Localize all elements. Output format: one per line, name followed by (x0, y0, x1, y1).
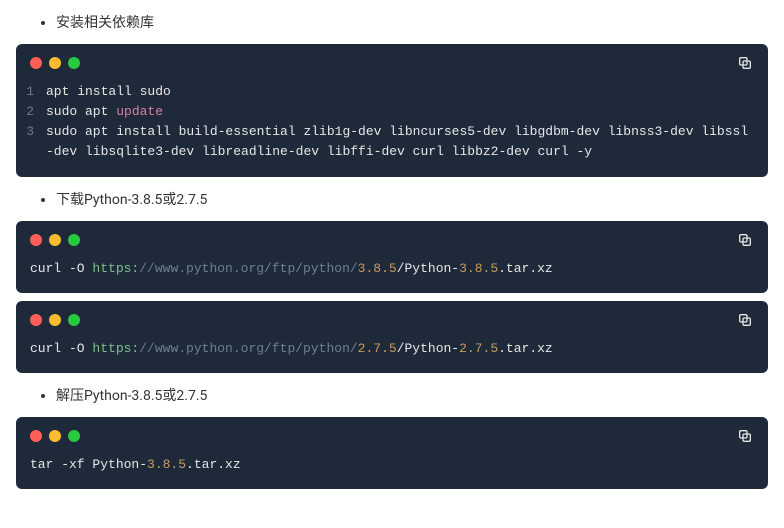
code-line: 1 apt install sudo (16, 82, 768, 102)
traffic-lights (30, 430, 80, 442)
code-line: 2 sudo apt update (16, 102, 768, 122)
code-header (16, 221, 768, 253)
copy-icon[interactable] (736, 427, 754, 445)
code-body: curl -O https://www.python.org/ftp/pytho… (16, 253, 768, 293)
line-number: 2 (16, 102, 46, 122)
window-dot-yellow (49, 57, 61, 69)
code-text: apt install sudo (46, 82, 768, 102)
window-dot-red (30, 234, 42, 246)
code-header (16, 417, 768, 449)
traffic-lights (30, 314, 80, 326)
window-dot-green (68, 314, 80, 326)
code-block-tar-xf: tar -xf Python-3.8.5.tar.xz (16, 417, 768, 489)
window-dot-green (68, 57, 80, 69)
bullet-list: 安装相关依赖库 (0, 12, 784, 32)
traffic-lights (30, 234, 80, 246)
copy-icon[interactable] (736, 54, 754, 72)
window-dot-red (30, 57, 42, 69)
bullet-item-download-python: 下载Python-3.8.5或2.7.5 (56, 189, 784, 209)
window-dot-red (30, 314, 42, 326)
window-dot-yellow (49, 430, 61, 442)
code-body: curl -O https://www.python.org/ftp/pytho… (16, 333, 768, 373)
code-body: tar -xf Python-3.8.5.tar.xz (16, 449, 768, 489)
code-header (16, 301, 768, 333)
code-header (16, 44, 768, 76)
window-dot-green (68, 430, 80, 442)
line-number: 3 (16, 122, 46, 162)
bullet-list: 下载Python-3.8.5或2.7.5 (0, 189, 784, 209)
code-text: sudo apt update (46, 102, 768, 122)
code-block-curl-275: curl -O https://www.python.org/ftp/pytho… (16, 301, 768, 373)
line-number: 1 (16, 82, 46, 102)
copy-icon[interactable] (736, 231, 754, 249)
code-body: 1 apt install sudo 2 sudo apt update 3 s… (16, 76, 768, 177)
window-dot-red (30, 430, 42, 442)
code-block-curl-385: curl -O https://www.python.org/ftp/pytho… (16, 221, 768, 293)
bullet-item-extract-python: 解压Python-3.8.5或2.7.5 (56, 385, 784, 405)
code-block-install-deps: 1 apt install sudo 2 sudo apt update 3 s… (16, 44, 768, 177)
bullet-list: 解压Python-3.8.5或2.7.5 (0, 385, 784, 405)
window-dot-yellow (49, 234, 61, 246)
window-dot-yellow (49, 314, 61, 326)
window-dot-green (68, 234, 80, 246)
code-text: sudo apt install build-essential zlib1g-… (46, 122, 768, 162)
bullet-item-install-deps: 安装相关依赖库 (56, 12, 784, 32)
code-line: 3 sudo apt install build-essential zlib1… (16, 122, 768, 162)
copy-icon[interactable] (736, 311, 754, 329)
traffic-lights (30, 57, 80, 69)
